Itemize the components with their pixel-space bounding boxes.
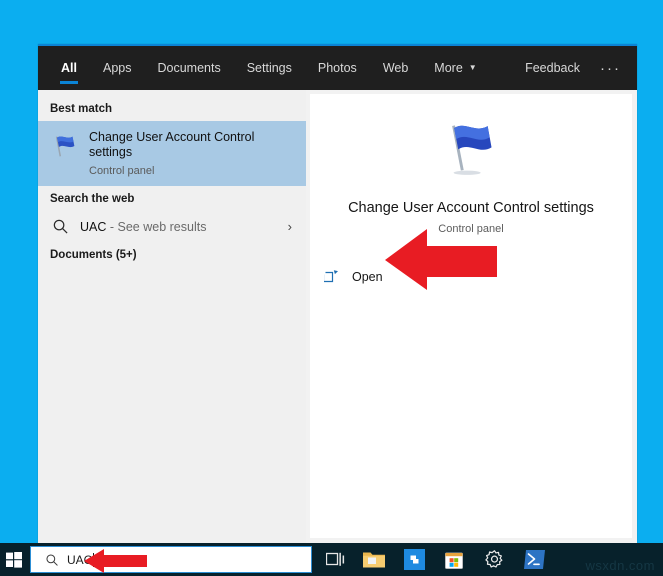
blue-app-icon (403, 549, 425, 570)
tab-all-label: All (61, 61, 77, 75)
tab-apps-label: Apps (102, 61, 132, 75)
feedback-button[interactable]: Feedback (513, 46, 592, 90)
blue-flag-icon (55, 136, 75, 157)
web-result-label: UAC - See web results (80, 220, 288, 234)
web-result-suffix: - See web results (106, 219, 207, 234)
tab-settings-label: Settings (246, 61, 292, 75)
taskbar: UAC wsxdn.com (0, 543, 663, 576)
search-the-web-header: Search the web (50, 193, 135, 205)
start-button[interactable] (0, 543, 28, 576)
search-body: Best match Change User Account Control s… (38, 90, 637, 543)
preview-hero: Change User Account Control settings Con… (310, 94, 632, 235)
tab-photos[interactable]: Photos (305, 46, 370, 90)
watermark: wsxdn.com (585, 558, 655, 573)
gear-icon (484, 550, 502, 568)
tab-all[interactable]: All (48, 46, 90, 90)
tabbar-spacer (490, 46, 513, 90)
tab-web-label: Web (382, 61, 409, 75)
taskbar-app-settings[interactable] (474, 543, 514, 576)
result-item-change-uac-settings[interactable]: Change User Account Control settings Con… (38, 121, 306, 186)
search-preview-pane: Change User Account Control settings Con… (310, 94, 632, 538)
preview-subtitle: Control panel (438, 223, 504, 235)
search-icon (53, 219, 68, 234)
open-button[interactable]: Open (310, 269, 632, 285)
search-icon (46, 553, 58, 566)
taskbar-app-microsoft-store[interactable] (434, 543, 474, 576)
open-label: Open (352, 270, 383, 284)
result-item-title: Change User Account Control settings (89, 130, 255, 159)
search-results-pane: Best match Change User Account Control s… (38, 90, 306, 543)
result-item-subtitle: Control panel (89, 165, 155, 177)
windows-search-panel: All Apps Documents Settings Photos Web M… (38, 44, 637, 543)
result-item-text: Change User Account Control settings Con… (89, 130, 296, 177)
folder-icon (363, 552, 385, 568)
windows-logo-icon (6, 551, 22, 568)
taskbar-search-query: UAC (67, 552, 93, 567)
chevron-down-icon: ▼ (468, 63, 477, 72)
taskbar-search-value: UAC (67, 552, 95, 567)
tab-documents-label: Documents (157, 61, 221, 75)
web-result-query: UAC (80, 219, 107, 234)
taskbar-app-powershell[interactable] (514, 543, 554, 576)
search-filter-tabbar: All Apps Documents Settings Photos Web M… (38, 44, 637, 90)
preview-title: Change User Account Control settings (348, 200, 594, 216)
ellipsis-label: ··· (600, 59, 621, 77)
feedback-label: Feedback (525, 61, 580, 75)
chevron-right-icon: › (287, 219, 292, 234)
blue-flag-icon (452, 125, 492, 175)
tab-more-label: More (434, 61, 463, 75)
tab-documents[interactable]: Documents (144, 46, 233, 90)
taskbar-app-blue-app[interactable] (394, 543, 434, 576)
open-in-new-window-icon (324, 270, 338, 283)
store-icon (445, 552, 463, 569)
documents-header: Documents (5+) (50, 249, 137, 261)
task-view-button[interactable] (316, 543, 354, 576)
text-cursor (93, 552, 95, 567)
task-view-icon (325, 552, 344, 566)
tab-more[interactable]: More ▼ (421, 46, 489, 90)
tab-settings[interactable]: Settings (234, 46, 305, 90)
tab-photos-label: Photos (317, 61, 357, 75)
tab-apps[interactable]: Apps (90, 46, 145, 90)
taskbar-app-file-explorer[interactable] (354, 543, 394, 576)
web-result-item[interactable]: UAC - See web results › (38, 211, 306, 242)
more-options-icon[interactable]: ··· (592, 46, 637, 90)
taskbar-search-input[interactable]: UAC (30, 546, 312, 573)
tab-web[interactable]: Web (370, 46, 421, 90)
powershell-icon (523, 550, 545, 569)
best-match-header: Best match (50, 103, 112, 115)
